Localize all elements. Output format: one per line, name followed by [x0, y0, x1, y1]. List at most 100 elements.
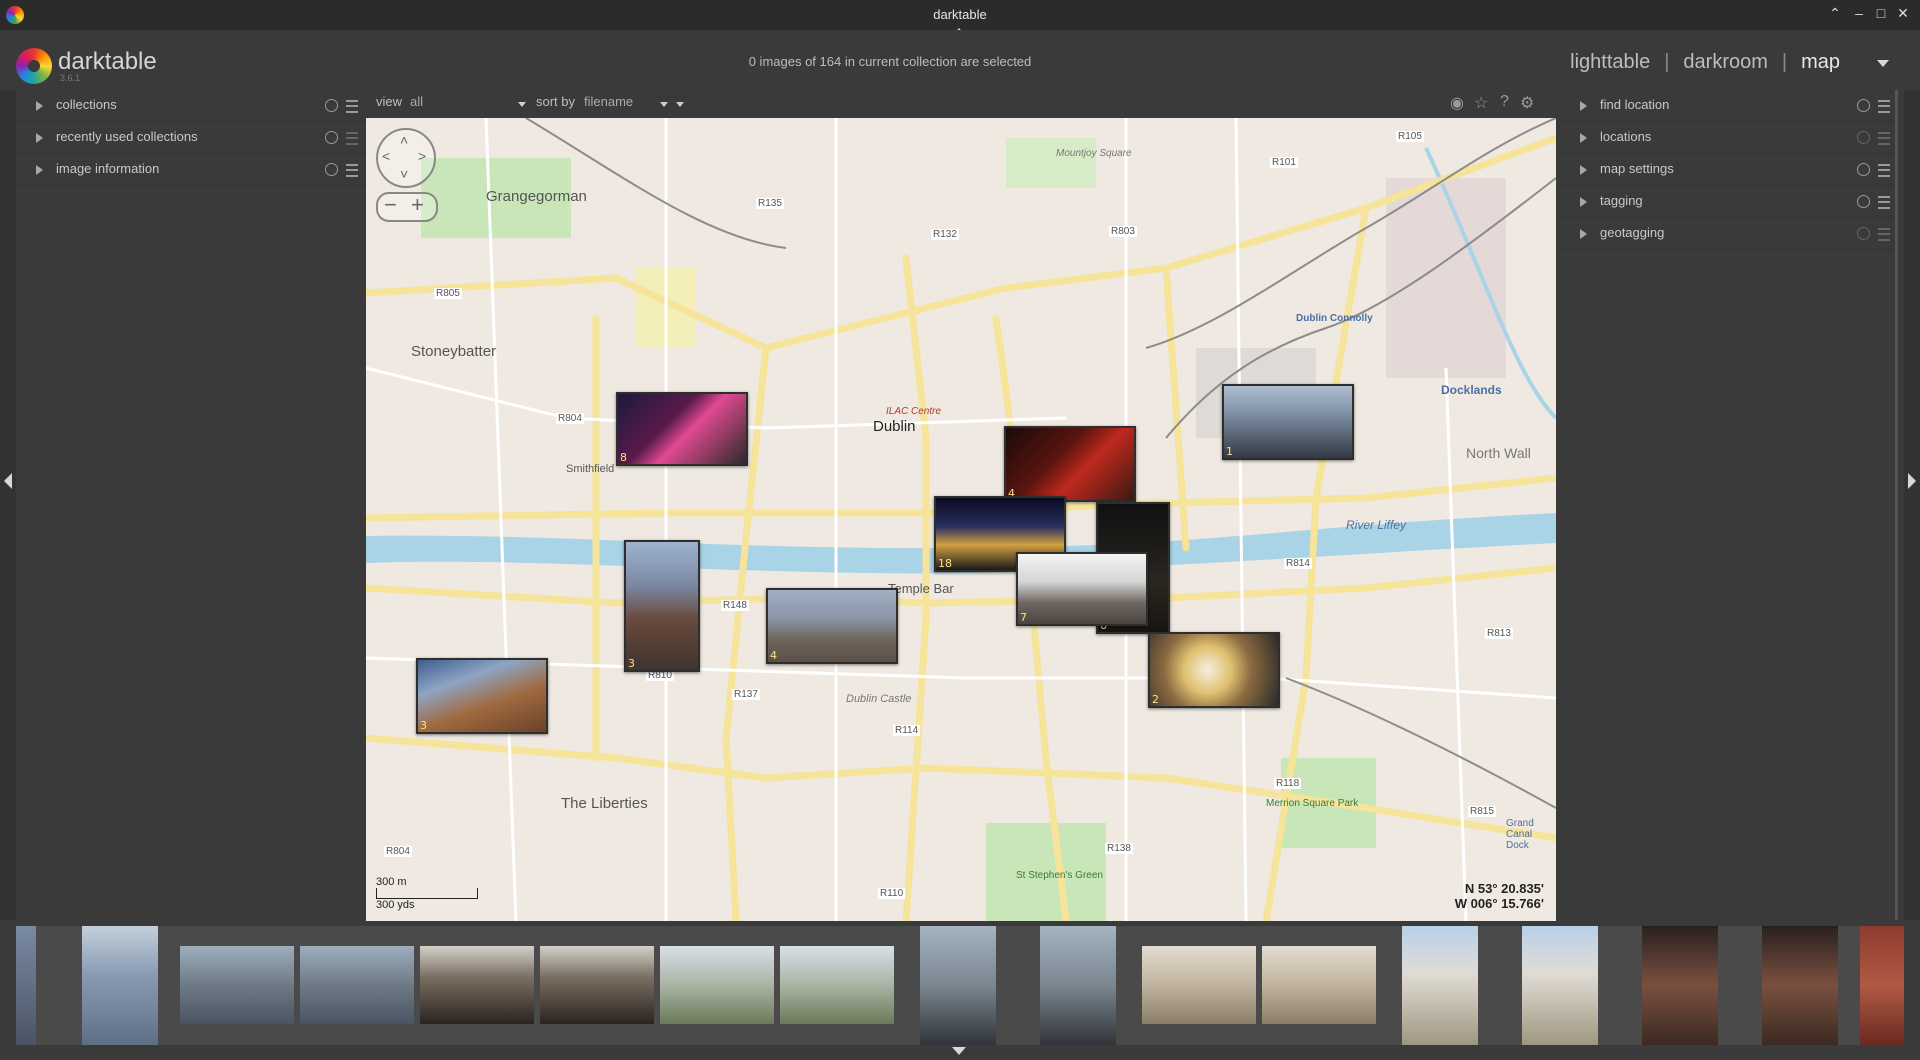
view-label: view [376, 94, 403, 109]
view-lighttable[interactable]: lighttable [1570, 51, 1650, 74]
map-image-group[interactable]: 3 [624, 540, 700, 672]
map-label-docklands: Docklands [1441, 383, 1502, 397]
road-shield: R815 [1468, 806, 1496, 817]
reset-icon[interactable] [1857, 163, 1870, 176]
grouping-icon[interactable]: ◉ [1450, 93, 1464, 113]
sort-order-chevron-icon[interactable] [676, 102, 684, 107]
map-image-group[interactable]: 2 [1148, 632, 1280, 708]
map-label-stoneybatter: Stoneybatter [411, 343, 497, 360]
zoom-in-icon[interactable]: + [411, 194, 424, 216]
map-image-group[interactable]: 4 [1004, 426, 1136, 502]
module-label: tagging [1600, 193, 1643, 208]
map-image-group[interactable]: 7 [1016, 552, 1148, 626]
pan-down-icon[interactable]: ˅ [400, 166, 408, 182]
gear-icon[interactable]: ⚙ [1520, 93, 1534, 113]
module-geotagging[interactable]: geotagging [1560, 218, 1900, 250]
pan-right-icon[interactable]: ˃ [418, 148, 426, 164]
filmstrip-toggle-icon[interactable] [952, 1047, 966, 1055]
filmstrip-thumbnail[interactable] [1262, 946, 1376, 1024]
filmstrip-thumbnail[interactable] [16, 926, 36, 1045]
reset-icon[interactable] [1857, 195, 1870, 208]
map-label-mountjoy-square: Mountjoy Square [1056, 148, 1132, 159]
module-image-information[interactable]: image information [16, 154, 368, 186]
image-count: 1 [1226, 445, 1233, 458]
filmstrip-thumbnail[interactable] [300, 946, 414, 1024]
filmstrip-strip[interactable] [16, 926, 1904, 1045]
reset-icon[interactable] [325, 163, 338, 176]
road-shield: R110 [878, 888, 906, 899]
presets-icon[interactable] [346, 132, 358, 145]
module-locations[interactable]: locations [1560, 122, 1900, 154]
filmstrip-thumbnail[interactable] [540, 946, 654, 1024]
view-switcher: lighttable | darkroom | map [1570, 51, 1840, 74]
filmstrip-thumbnail[interactable] [1762, 926, 1838, 1045]
reset-icon[interactable] [325, 99, 338, 112]
right-panel-toggle-icon[interactable] [1908, 473, 1916, 489]
reset-icon[interactable] [325, 131, 338, 144]
presets-icon[interactable] [346, 164, 358, 177]
filmstrip-thumbnail[interactable] [780, 946, 894, 1024]
selection-info: 0 images of 164 in current collection ar… [748, 54, 1032, 69]
map-image-group[interactable]: 3 [416, 658, 548, 734]
module-tagging[interactable]: tagging [1560, 186, 1900, 218]
road-shield: R101 [1270, 157, 1298, 168]
coordinate-lat: N 53° 20.835' [1464, 881, 1544, 896]
map-image-group[interactable]: 4 [766, 588, 898, 664]
filmstrip-thumbnail[interactable] [1402, 926, 1478, 1045]
map-image-group[interactable]: 8 [616, 392, 748, 466]
filmstrip-thumbnail[interactable] [180, 946, 294, 1024]
module-map-settings[interactable]: map settings [1560, 154, 1900, 186]
map-zoom-control: − + [376, 192, 438, 222]
sort-select[interactable]: filename [584, 94, 633, 109]
window-minimize-icon[interactable]: – [1849, 5, 1869, 21]
reset-icon[interactable] [1857, 99, 1870, 112]
road-shield: R804 [384, 846, 412, 857]
reset-icon[interactable] [1857, 131, 1870, 144]
filmstrip-thumbnail[interactable] [660, 946, 774, 1024]
map-label-dublin: Dublin [873, 418, 916, 435]
view-darkroom[interactable]: darkroom [1683, 51, 1767, 74]
map-canvas[interactable]: Grangegorman Stoneybatter Smithfield Dub… [366, 118, 1556, 921]
filmstrip-thumbnail[interactable] [920, 926, 996, 1045]
pan-left-icon[interactable]: ˂ [382, 148, 390, 164]
map-pan-control[interactable]: ˄ ˅ ˂ ˃ [376, 128, 436, 188]
module-recently-used-collections[interactable]: recently used collections [16, 122, 368, 154]
right-panel-edge [1904, 90, 1920, 920]
view-dropdown-chevron-icon[interactable] [518, 102, 526, 107]
presets-icon[interactable] [346, 100, 358, 113]
zoom-out-icon[interactable]: − [384, 194, 397, 216]
views-menu-chevron-icon[interactable] [1877, 60, 1889, 67]
reset-icon[interactable] [1857, 227, 1870, 240]
sort-label: sort by [536, 94, 576, 109]
window-collapse-icon[interactable]: ⌃ [1825, 5, 1845, 22]
brand-version: 3.6.1 [60, 73, 81, 83]
window-maximize-icon[interactable]: □ [1871, 5, 1891, 21]
map-image-group[interactable]: 1 [1222, 384, 1354, 460]
star-icon[interactable]: ☆ [1474, 93, 1488, 113]
filmstrip-thumbnail[interactable] [420, 946, 534, 1024]
view-select[interactable]: all [410, 94, 423, 109]
view-map[interactable]: map [1801, 51, 1840, 74]
filmstrip-thumbnail[interactable] [1040, 926, 1116, 1045]
map-label-ilac-centre: ILAC Centre [886, 406, 942, 417]
filmstrip-thumbnail[interactable] [82, 926, 158, 1045]
filmstrip-thumbnail[interactable] [1860, 926, 1904, 1045]
filmstrip-thumbnail[interactable] [1522, 926, 1598, 1045]
right-panel-scrollbar[interactable] [1895, 90, 1898, 920]
presets-icon[interactable] [1878, 132, 1890, 145]
image-count: 3 [628, 657, 635, 670]
pan-up-icon[interactable]: ˄ [400, 132, 408, 148]
module-find-location[interactable]: find location [1560, 90, 1900, 122]
left-panel-toggle-icon[interactable] [4, 473, 12, 489]
presets-icon[interactable] [1878, 196, 1890, 209]
presets-icon[interactable] [1878, 100, 1890, 113]
presets-icon[interactable] [1878, 228, 1890, 241]
brand-name: darktable [58, 48, 157, 75]
help-icon[interactable]: ? [1500, 93, 1509, 111]
filmstrip-thumbnail[interactable] [1642, 926, 1718, 1045]
filmstrip-thumbnail[interactable] [1142, 946, 1256, 1024]
window-close-icon[interactable]: ✕ [1893, 5, 1913, 22]
sort-dropdown-chevron-icon[interactable] [660, 102, 668, 107]
presets-icon[interactable] [1878, 164, 1890, 177]
module-collections[interactable]: collections [16, 90, 368, 122]
